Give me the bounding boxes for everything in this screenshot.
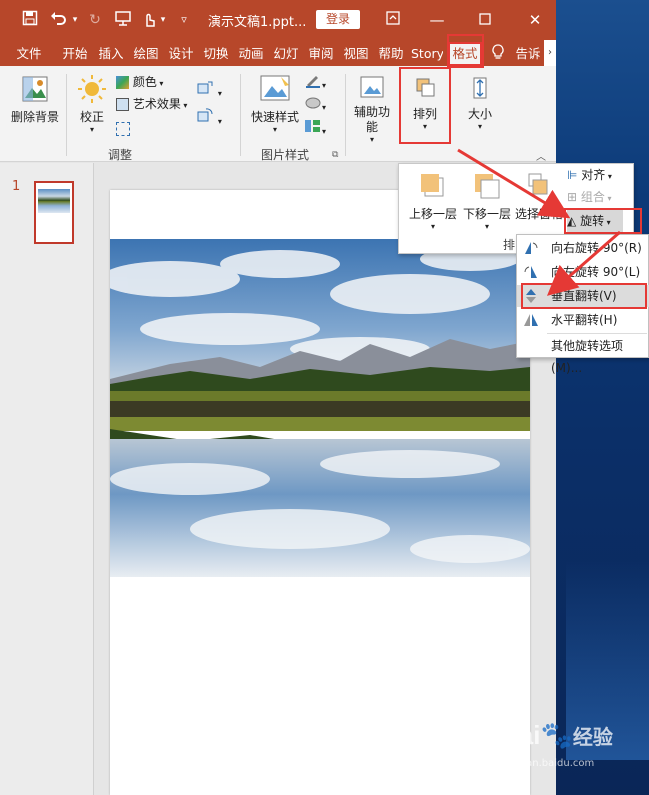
watermark-url: jingyan.baidu.com [502,758,595,769]
arrow-to-rotate [457,148,571,219]
baidu-watermark: Bai🐾经验 jingyan.baidu.com [500,720,613,769]
watermark-brand-cn: 经验 [572,727,613,749]
arrow-to-flip-vertical [546,230,621,296]
watermark-brand: Bai [500,720,541,750]
annotation-arrows [447,34,621,296]
format-tab-highlight-box [447,34,484,68]
